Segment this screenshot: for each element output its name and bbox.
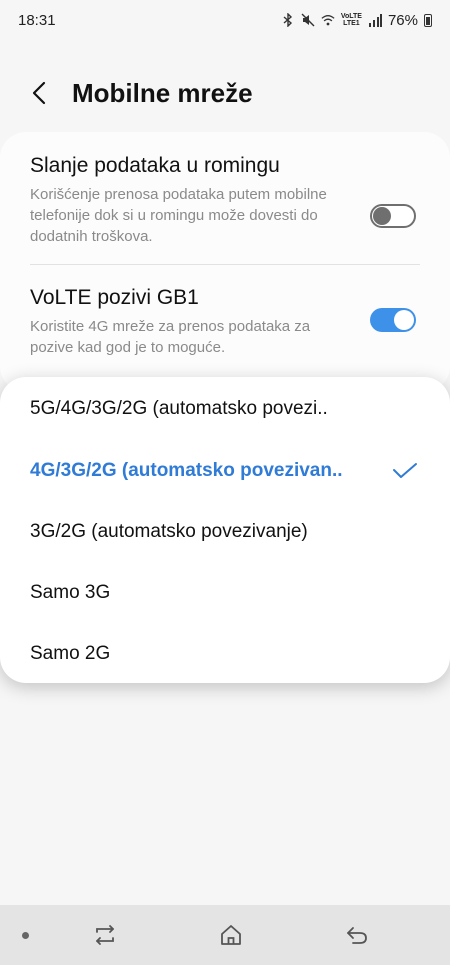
network-mode-option-selected[interactable]: 4G/3G/2G (automatsko povezivan.. — [30, 451, 420, 491]
network-mode-option[interactable]: 3G/2G (automatsko povezivanje) — [30, 512, 420, 552]
battery-percent: 76% — [387, 11, 418, 29]
recent-apps-icon[interactable] — [90, 920, 120, 950]
option-label: 5G/4G/3G/2G (automatsko povezi.. — [30, 398, 328, 419]
network-mode-option[interactable]: Samo 2G — [30, 634, 420, 674]
settings-card: Slanje podataka u romingu Korišćenje pre… — [0, 132, 450, 392]
bluetooth-icon — [281, 13, 295, 27]
signal-icon — [368, 13, 382, 27]
battery-icon — [424, 13, 432, 27]
option-label: Samo 3G — [30, 582, 111, 603]
status-icons: VoLTE LTE1 76% — [281, 12, 432, 29]
roaming-toggle[interactable] — [370, 204, 416, 228]
status-bar: 18:31 VoLTE LTE1 76% — [0, 0, 450, 40]
toggle-knob — [373, 207, 391, 225]
network-mode-option[interactable]: 5G/4G/3G/2G (automatsko povezi.. — [30, 389, 420, 429]
navigation-bar — [0, 905, 450, 965]
back-arrow-icon[interactable] — [28, 81, 50, 105]
status-time: 18:31 — [18, 11, 56, 29]
check-icon — [392, 460, 418, 482]
setting-volte[interactable]: VoLTE pozivi GB1 Koristite 4G mreže za p… — [30, 284, 420, 358]
divider — [30, 264, 420, 265]
nav-buttons — [90, 920, 372, 950]
mute-icon — [301, 13, 315, 27]
back-icon[interactable] — [342, 920, 372, 950]
toggle-knob — [394, 310, 414, 330]
setting-volte-description: Koristite 4G mreže za prenos podataka za… — [30, 318, 311, 356]
page-title: Mobilne mreže — [72, 77, 253, 108]
network-mode-menu: 5G/4G/3G/2G (automatsko povezi.. 4G/3G/2… — [0, 377, 450, 683]
screen: 18:31 VoLTE LTE1 76% Mobilne mreže Slanj… — [0, 0, 450, 965]
option-label: 4G/3G/2G (automatsko povezivan.. — [30, 460, 343, 481]
nav-dot-icon — [22, 931, 29, 939]
network-mode-option[interactable]: Samo 3G — [30, 573, 420, 613]
page-header: Mobilne mreže — [0, 70, 450, 116]
setting-volte-title: VoLTE pozivi GB1 — [30, 286, 199, 309]
home-icon[interactable] — [216, 920, 246, 950]
setting-roaming[interactable]: Slanje podataka u romingu Korišćenje pre… — [30, 152, 420, 247]
setting-roaming-description: Korišćenje prenosa podataka putem mobiln… — [30, 186, 327, 245]
volte-indicator: VoLTE LTE1 — [340, 13, 362, 27]
option-label: 3G/2G (automatsko povezivanje) — [30, 521, 308, 542]
setting-roaming-title: Slanje podataka u romingu — [30, 154, 280, 177]
wifi-icon — [321, 13, 335, 27]
volte-toggle[interactable] — [370, 308, 416, 332]
option-label: Samo 2G — [30, 643, 111, 664]
